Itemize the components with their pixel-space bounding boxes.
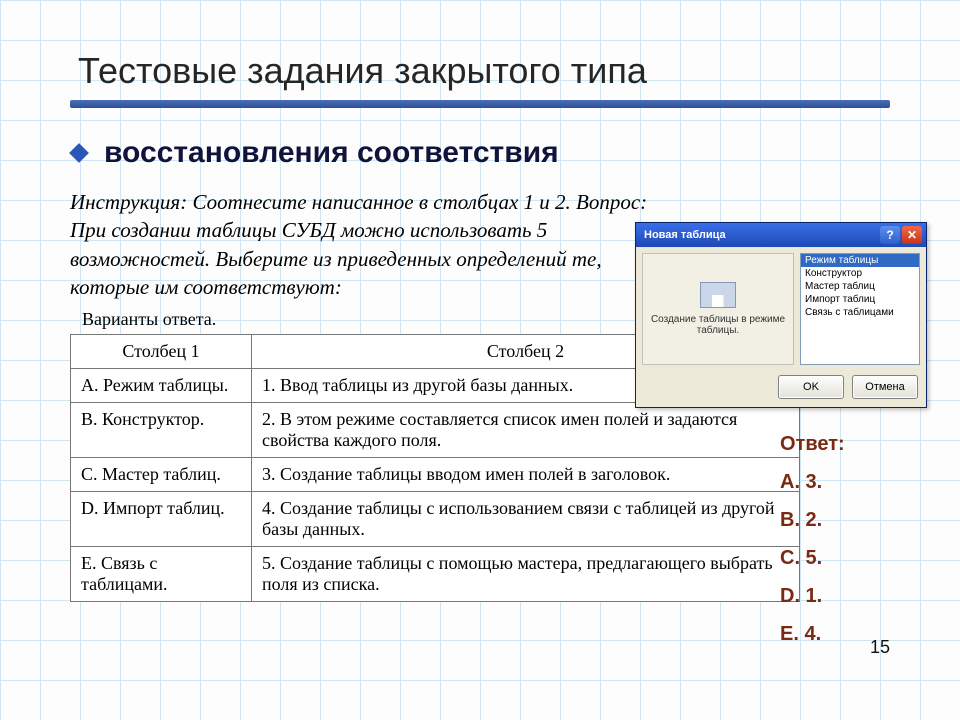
dialog-preview-pane: Создание таблицы в режиме таблицы. [642,253,794,365]
col2-cell: 3. Создание таблицы вводом имен полей в … [252,458,800,492]
title-underline [70,100,890,108]
col1-cell: C. Мастер таблиц. [71,458,252,492]
list-item[interactable]: Конструктор [801,267,919,280]
ok-button[interactable]: OK [778,375,844,399]
list-item[interactable]: Связь с таблицами [801,306,919,319]
cancel-button[interactable]: Отмена [852,375,918,399]
table-icon [700,282,736,308]
col1-cell: D. Импорт таблиц. [71,492,252,547]
slide-subtitle: восстановления соответствия [104,136,559,170]
answer-item: A. 3. [780,463,845,501]
answer-key: Ответ: A. 3. B. 2. C. 5. D. 1. E. 4. [780,425,845,653]
dialog-preview-caption: Создание таблицы в режиме таблицы. [643,314,793,336]
close-icon[interactable]: ✕ [902,226,922,244]
dialog-title: Новая таблица [644,229,726,241]
answer-item: E. 4. [780,615,845,653]
answer-item: B. 2. [780,501,845,539]
list-item[interactable]: Мастер таблиц [801,280,919,293]
new-table-dialog: Новая таблица ? ✕ Создание таблицы в реж… [635,222,927,408]
table-row: C. Мастер таблиц. 3. Создание таблицы вв… [71,458,800,492]
page-number: 15 [870,637,890,658]
dialog-titlebar[interactable]: Новая таблица ? ✕ [636,223,926,247]
list-item[interactable]: Импорт таблиц [801,293,919,306]
table-row: E. Связь с таблицами. 5. Создание таблиц… [71,547,800,602]
answer-item: D. 1. [780,577,845,615]
table-row: D. Импорт таблиц. 4. Создание таблицы с … [71,492,800,547]
instruction-text: Инструкция: Соотнесите написанное в стол… [70,188,680,301]
slide-title: Тестовые задания закрытого типа [78,50,890,92]
table-row: B. Конструктор. 2. В этом режиме составл… [71,403,800,458]
col1-header: Столбец 1 [71,335,252,369]
col2-cell: 5. Создание таблицы с помощью мастера, п… [252,547,800,602]
answer-label: Ответ: [780,425,845,463]
answer-item: C. 5. [780,539,845,577]
bullet-icon [69,143,89,163]
col2-cell: 2. В этом режиме составляется список име… [252,403,800,458]
col1-cell: B. Конструктор. [71,403,252,458]
dialog-options-list[interactable]: Режим таблицы Конструктор Мастер таблиц … [800,253,920,365]
help-icon[interactable]: ? [880,226,900,244]
col1-cell: A. Режим таблицы. [71,369,252,403]
col2-cell: 4. Создание таблицы с использованием свя… [252,492,800,547]
list-item[interactable]: Режим таблицы [801,254,919,267]
col1-cell: E. Связь с таблицами. [71,547,252,602]
